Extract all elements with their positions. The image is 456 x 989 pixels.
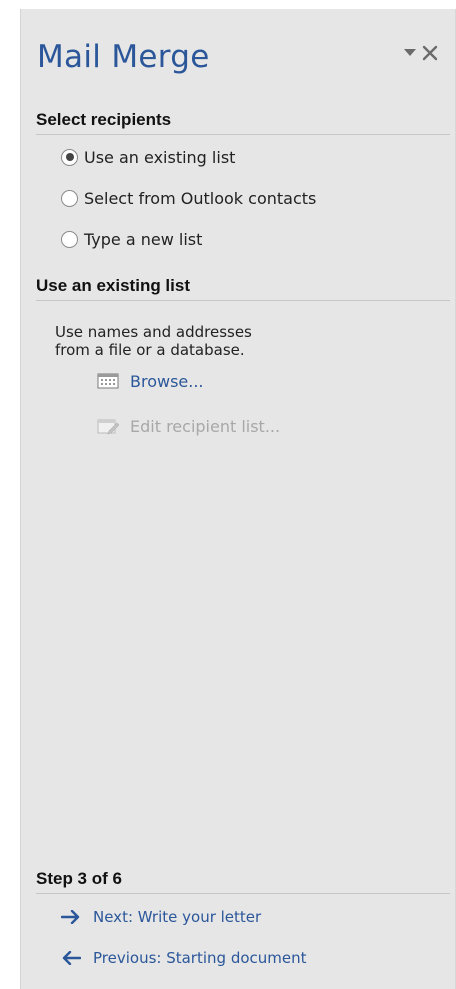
- edit-list-icon: [97, 417, 119, 435]
- radio-use-existing-list[interactable]: Use an existing list: [61, 146, 235, 168]
- description-line: Use names and addresses: [55, 323, 252, 341]
- radio-label: Type a new list: [84, 229, 203, 249]
- step-indicator: Step 3 of 6: [36, 869, 450, 894]
- table-icon: [97, 372, 119, 390]
- previous-step-link[interactable]: Previous: Starting document: [61, 946, 307, 970]
- close-icon: [422, 45, 438, 61]
- pane-title: Mail Merge: [37, 39, 210, 75]
- mail-merge-pane: Mail Merge Select recipients Use an exis…: [20, 9, 456, 989]
- edit-recipient-label: Edit recipient list...: [130, 416, 281, 436]
- radio-type-new-list[interactable]: Type a new list: [61, 228, 202, 250]
- arrow-left-icon: [61, 951, 83, 965]
- description-line: from a file or a database.: [55, 341, 245, 359]
- select-recipients-header: Select recipients: [36, 110, 450, 135]
- radio-button[interactable]: [61, 148, 78, 166]
- use-existing-description: Use names and addresses from a file or a…: [55, 323, 415, 359]
- next-step-label: Next: Write your letter: [93, 908, 262, 926]
- radio-button[interactable]: [61, 230, 78, 248]
- triangle-down-icon: [404, 49, 416, 56]
- edit-recipient-list-link: Edit recipient list...: [97, 414, 280, 438]
- radio-select-outlook-contacts[interactable]: Select from Outlook contacts: [61, 187, 316, 209]
- radio-label: Select from Outlook contacts: [84, 188, 317, 208]
- radio-label: Use an existing list: [84, 147, 236, 167]
- pane-options-button[interactable]: [402, 45, 418, 61]
- pane-close-button[interactable]: [419, 42, 441, 64]
- next-step-link[interactable]: Next: Write your letter: [61, 905, 261, 929]
- arrow-right-icon: [61, 910, 83, 924]
- previous-step-label: Previous: Starting document: [93, 949, 307, 967]
- browse-label: Browse...: [130, 371, 204, 391]
- browse-link[interactable]: Browse...: [97, 369, 204, 393]
- use-existing-list-header: Use an existing list: [36, 276, 450, 301]
- radio-button[interactable]: [61, 189, 78, 207]
